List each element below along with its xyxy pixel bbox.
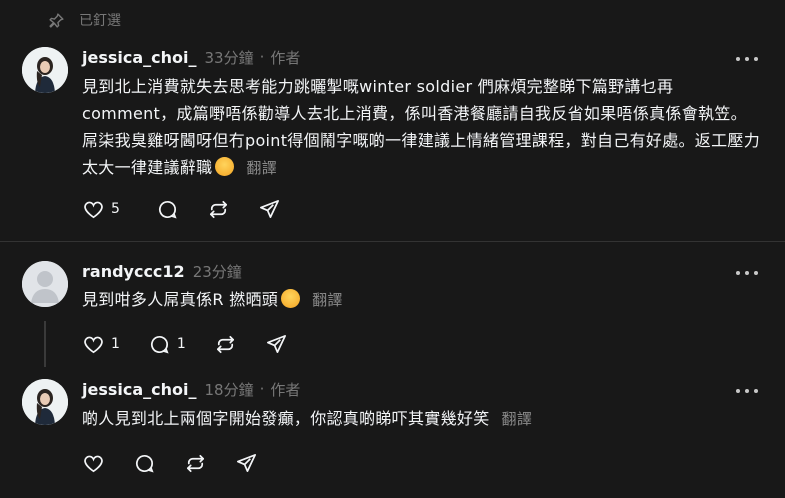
post-actions: 5 xyxy=(82,197,309,221)
repost-icon xyxy=(216,335,234,353)
more-dot-icon xyxy=(745,57,749,61)
pinned-indicator: 已釘選 xyxy=(48,10,121,30)
more-dot-icon xyxy=(736,271,740,275)
more-dot-icon xyxy=(754,57,758,61)
avatar[interactable] xyxy=(22,47,68,93)
share-button[interactable] xyxy=(265,333,288,356)
reply-button[interactable]: 1 xyxy=(148,333,186,356)
post-header: jessica_choi_ 33分鐘 · 作者 xyxy=(82,46,300,68)
post-text: 見到北上消費就失去思考能力跳曬掣嘅winter soldier 們麻煩完整睇下篇… xyxy=(82,77,761,177)
timestamp[interactable]: 33分鐘 xyxy=(205,47,254,68)
repost-button[interactable] xyxy=(214,333,237,356)
heart-icon xyxy=(84,201,103,218)
username[interactable]: jessica_choi_ xyxy=(82,380,197,399)
username[interactable]: jessica_choi_ xyxy=(82,48,197,67)
more-dot-icon xyxy=(736,57,740,61)
comment-icon xyxy=(150,335,169,354)
post-body: 啲人見到北上兩個字開始發癲，你認真啲睇吓其實幾好笑 翻譯 xyxy=(82,405,762,433)
pinned-label: 已釘選 xyxy=(79,13,121,29)
more-options-button[interactable] xyxy=(736,54,758,64)
reply-button[interactable] xyxy=(156,198,179,221)
send-icon xyxy=(259,199,279,218)
translate-link[interactable]: 翻譯 xyxy=(246,159,277,177)
repost-button[interactable] xyxy=(207,198,230,221)
translate-link[interactable]: 翻譯 xyxy=(502,410,533,428)
rolling-laughing-emoji-icon xyxy=(281,289,301,308)
heart-icon xyxy=(84,455,103,472)
more-dot-icon xyxy=(745,389,749,393)
send-icon xyxy=(237,453,256,472)
avatar[interactable] xyxy=(22,261,68,307)
more-options-button[interactable] xyxy=(736,386,758,396)
repost-icon xyxy=(186,454,205,472)
username[interactable]: randyccc12 xyxy=(82,262,185,281)
reply-button[interactable] xyxy=(133,452,156,475)
pin-icon xyxy=(49,12,64,28)
author-badge: 作者 xyxy=(270,48,301,67)
more-options-button[interactable] xyxy=(736,268,758,278)
threads-reply-page: 已釘選 jessica_choi_ 33分鐘 · 作者 見到北上消費就失去思考能… xyxy=(0,0,785,498)
heart-icon xyxy=(84,336,103,353)
share-button[interactable] xyxy=(258,198,281,221)
share-button[interactable] xyxy=(235,452,258,475)
divider xyxy=(0,241,785,242)
like-button[interactable] xyxy=(82,452,105,475)
more-dot-icon xyxy=(736,389,740,393)
repost-icon xyxy=(209,200,227,218)
post-header: randyccc12 23分鐘 xyxy=(82,260,242,282)
more-dot-icon xyxy=(745,271,749,275)
thread-line xyxy=(44,321,46,367)
comment-icon xyxy=(158,200,177,219)
avatar[interactable] xyxy=(22,379,68,425)
timestamp[interactable]: 18分鐘 xyxy=(205,379,254,400)
kissing-face-emoji-icon xyxy=(215,157,235,176)
dot-separator: · xyxy=(259,48,265,66)
post-text: 啲人見到北上兩個字開始發癲，你認真啲睇吓其實幾好笑 xyxy=(82,409,490,428)
post-actions: 1 1 xyxy=(82,332,316,356)
author-badge: 作者 xyxy=(270,380,301,399)
post-body: 見到北上消費就失去思考能力跳曬掣嘅winter soldier 們麻煩完整睇下篇… xyxy=(82,73,762,182)
like-count: 5 xyxy=(111,201,120,217)
timestamp[interactable]: 23分鐘 xyxy=(193,261,242,282)
post-body: 見到咁多人屌真係R 撚晒頭 翻譯 xyxy=(82,286,762,314)
more-dot-icon xyxy=(754,271,758,275)
comment-icon xyxy=(136,454,154,473)
repost-button[interactable] xyxy=(184,452,207,475)
like-button[interactable]: 1 xyxy=(82,333,120,356)
like-button[interactable]: 5 xyxy=(82,198,120,221)
more-dot-icon xyxy=(754,389,758,393)
post-actions xyxy=(82,451,286,475)
like-count: 1 xyxy=(111,336,120,352)
dot-separator: · xyxy=(259,380,265,398)
send-icon xyxy=(266,334,286,353)
post-header: jessica_choi_ 18分鐘 · 作者 xyxy=(82,378,300,400)
reply-count: 1 xyxy=(176,336,186,352)
translate-link[interactable]: 翻譯 xyxy=(312,291,343,309)
post-text: 見到咁多人屌真係R 撚晒頭 xyxy=(82,290,279,309)
